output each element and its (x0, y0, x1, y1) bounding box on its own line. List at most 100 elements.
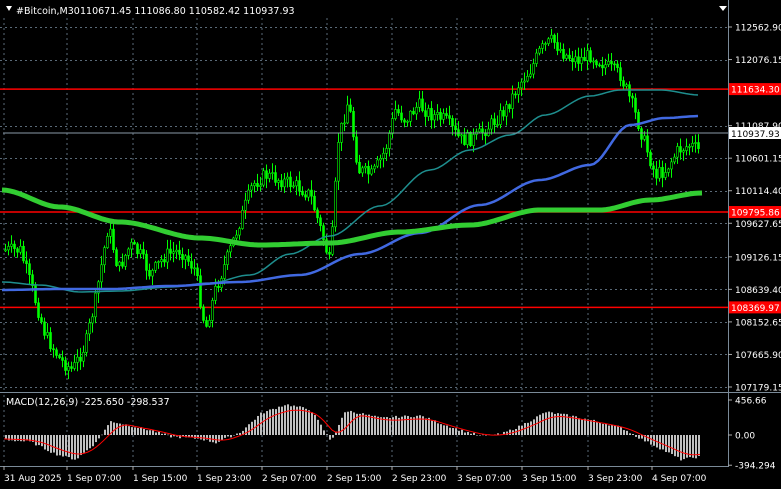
macd-bar (269, 409, 271, 435)
macd-bar (59, 435, 61, 456)
macd-bar (530, 421, 532, 435)
macd-bar (620, 426, 622, 435)
candle-body (76, 356, 79, 363)
candle-body (163, 259, 166, 263)
macd-bar (212, 435, 214, 443)
candle-body (667, 168, 670, 173)
candle-body (184, 255, 187, 260)
candle-body (94, 292, 97, 318)
macd-bar (134, 427, 136, 435)
macd-bar (632, 434, 634, 435)
candle-body (166, 248, 169, 263)
candle-body (544, 43, 547, 45)
macd-bar (44, 435, 46, 450)
macd-bar (479, 434, 481, 436)
candle-body (223, 264, 226, 279)
macd-bar (161, 433, 163, 435)
macd-bar (461, 429, 463, 435)
candle-body (28, 263, 31, 275)
time-tick-label: 2 Sep 07:00 (262, 474, 317, 484)
candle-body (682, 150, 685, 153)
macd-bar (38, 435, 40, 446)
candle-body (49, 332, 52, 350)
candle-body (466, 132, 469, 145)
candle-body (46, 332, 49, 336)
candle-body (289, 176, 292, 188)
macd-bar (329, 435, 331, 440)
candle-body (442, 113, 445, 120)
candle-body (688, 146, 691, 148)
candle-body (610, 61, 613, 65)
macd-bar (638, 435, 640, 439)
macd-bar (626, 430, 628, 435)
macd-bar (581, 419, 583, 435)
macd-bar (599, 422, 601, 435)
candle-body (478, 128, 481, 133)
macd-bar (470, 433, 472, 435)
candle-body (469, 132, 472, 146)
macd-bar (467, 431, 469, 435)
macd-bar (107, 425, 109, 435)
candle-body (409, 110, 412, 122)
candle-body (307, 189, 310, 198)
macd-bar (83, 435, 85, 453)
macd-bar (86, 435, 88, 451)
macd-bar (311, 412, 313, 435)
candle-body (376, 159, 379, 167)
candle-body (367, 165, 370, 175)
candle-body (661, 167, 664, 178)
candle-body (421, 98, 424, 111)
candle-body (58, 355, 61, 358)
candle-body (295, 180, 298, 187)
candle-body (427, 108, 430, 117)
macd-bar (305, 408, 307, 435)
candle-body (529, 73, 532, 77)
candle-body (523, 80, 526, 83)
candle-body (190, 261, 193, 269)
macd-bar (74, 435, 76, 460)
macd-bar (53, 435, 55, 453)
candle-body (673, 156, 676, 163)
candle-body (505, 104, 508, 117)
candle-body (520, 81, 523, 89)
candle-body (601, 64, 604, 69)
candle-body (460, 134, 463, 137)
candle-body (202, 306, 205, 321)
macd-bar (287, 404, 289, 435)
candle-body (169, 248, 172, 254)
macd-bar (674, 435, 676, 457)
candle-body (448, 115, 451, 119)
macd-bar (608, 425, 610, 435)
candle-body (580, 57, 583, 64)
macd-bar (308, 410, 310, 435)
trading-chart[interactable]: #Bitcoin,M30 110671.45 111086.80 110582.… (0, 0, 781, 489)
macd-bar (41, 435, 43, 447)
macd-bar (8, 435, 10, 441)
macd-bar (296, 406, 298, 435)
macd-bar (263, 413, 265, 435)
candle-body (214, 285, 217, 301)
candle-body (589, 50, 592, 63)
candle-body (229, 245, 232, 253)
macd-bar (65, 435, 67, 456)
macd-bar (395, 415, 397, 435)
candle-body (199, 275, 202, 308)
macd-bar (527, 422, 529, 435)
level-label: 109795.86 (731, 209, 780, 219)
candle-body (100, 264, 103, 283)
macd-bar (431, 420, 433, 435)
macd-bar (671, 435, 673, 454)
candle-body (613, 63, 616, 66)
macd-bar (377, 416, 379, 435)
candle-body (622, 80, 625, 87)
symbol-label: #Bitcoin,M30 (16, 6, 80, 17)
time-tick-label: 3 Sep 15:00 (522, 474, 577, 484)
macd-bar (668, 435, 670, 453)
macd-bar (368, 414, 370, 435)
candle-body (250, 185, 253, 191)
candle-body (256, 183, 259, 187)
macd-bar (584, 418, 586, 435)
candle-body (37, 302, 40, 318)
candle-body (451, 118, 454, 127)
candle-body (61, 357, 64, 361)
